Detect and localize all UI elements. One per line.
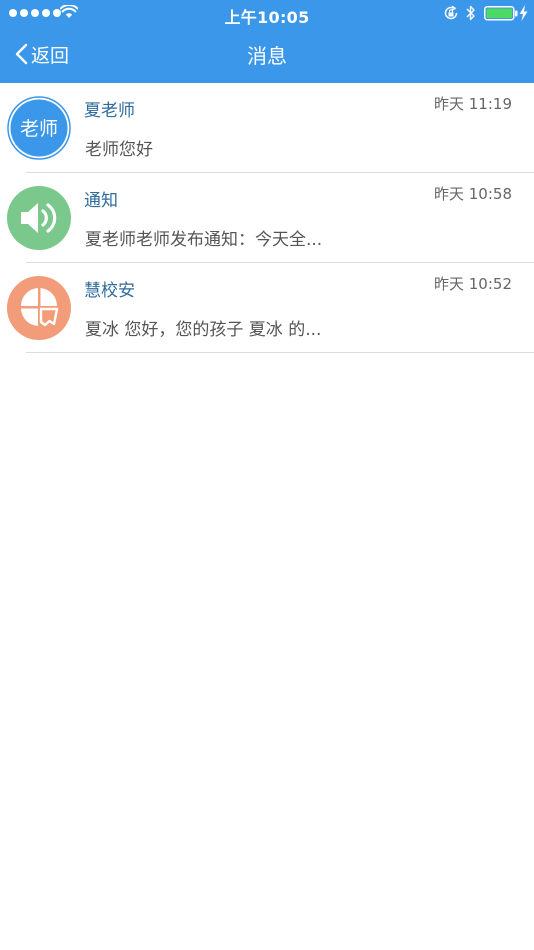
bluetooth-icon — [466, 5, 475, 21]
message-row-teacher[interactable]: 老师 夏老师 昨天 11:19 老师您好 — [0, 83, 534, 173]
teacher-badge-icon: 老师 — [7, 96, 71, 160]
teacher-avatar: 老师 — [7, 96, 71, 160]
message-row-school[interactable]: 慧校安 昨天 10:52 夏冰 您好，您的孩子 夏冰 的... — [0, 263, 534, 353]
row-divider — [26, 352, 534, 353]
message-list: 老师 夏老师 昨天 11:19 老师您好 通知 昨天 10:58 夏老师老师发布… — [0, 83, 534, 353]
message-sender: 通知 — [84, 191, 118, 211]
speaker-icon — [7, 186, 71, 250]
message-preview: 夏冰 您好，您的孩子 夏冰 的... — [85, 320, 322, 340]
message-sender: 慧校安 — [84, 281, 135, 301]
message-time: 昨天 10:58 — [434, 185, 512, 203]
navigation-bar: 上午10:05 返回 消息 — [0, 0, 534, 83]
message-preview: 老师您好 — [85, 140, 153, 160]
status-bar: 上午10:05 — [0, 0, 534, 28]
notice-avatar — [7, 186, 71, 250]
message-time: 昨天 11:19 — [434, 95, 512, 113]
message-preview: 夏老师老师发布通知：今天全... — [85, 230, 323, 250]
message-sender: 夏老师 — [84, 101, 135, 121]
battery-icon — [484, 6, 518, 21]
teacher-avatar-text: 老师 — [20, 118, 58, 140]
rotation-lock-icon — [444, 5, 458, 20]
school-logo-icon — [7, 276, 71, 340]
message-row-notice[interactable]: 通知 昨天 10:58 夏老师老师发布通知：今天全... — [0, 173, 534, 263]
message-time: 昨天 10:52 — [434, 275, 512, 293]
charging-bolt-icon — [519, 5, 528, 21]
school-avatar — [7, 276, 71, 340]
page-title: 消息 — [247, 44, 287, 68]
